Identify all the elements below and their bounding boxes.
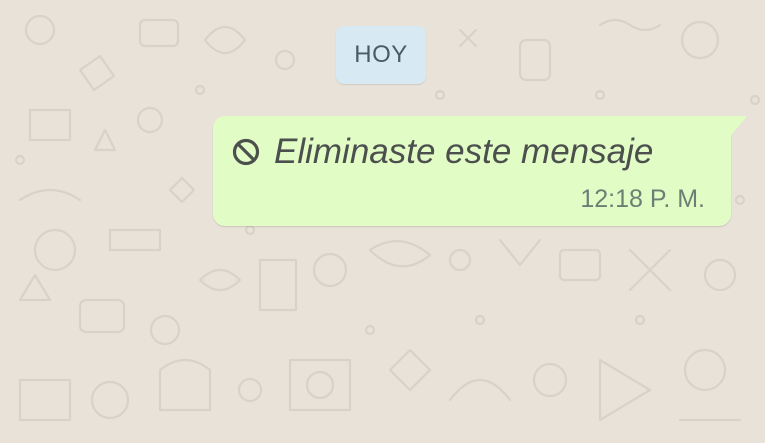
chat-wallpaper: HOY Eliminaste este mensaje 12:18 P. M. [0, 0, 765, 443]
message-timestamp: 12:18 P. M. [580, 185, 705, 213]
message-bubble-outgoing[interactable]: Eliminaste este mensaje 12:18 P. M. [213, 116, 731, 226]
bubble-tail [729, 116, 747, 138]
deleted-message-text: Eliminaste este mensaje [274, 132, 654, 171]
date-separator-label: HOY [354, 41, 408, 68]
deleted-message-row: Eliminaste este mensaje [231, 132, 653, 172]
ban-icon [232, 138, 260, 166]
date-separator: HOY [336, 26, 426, 84]
